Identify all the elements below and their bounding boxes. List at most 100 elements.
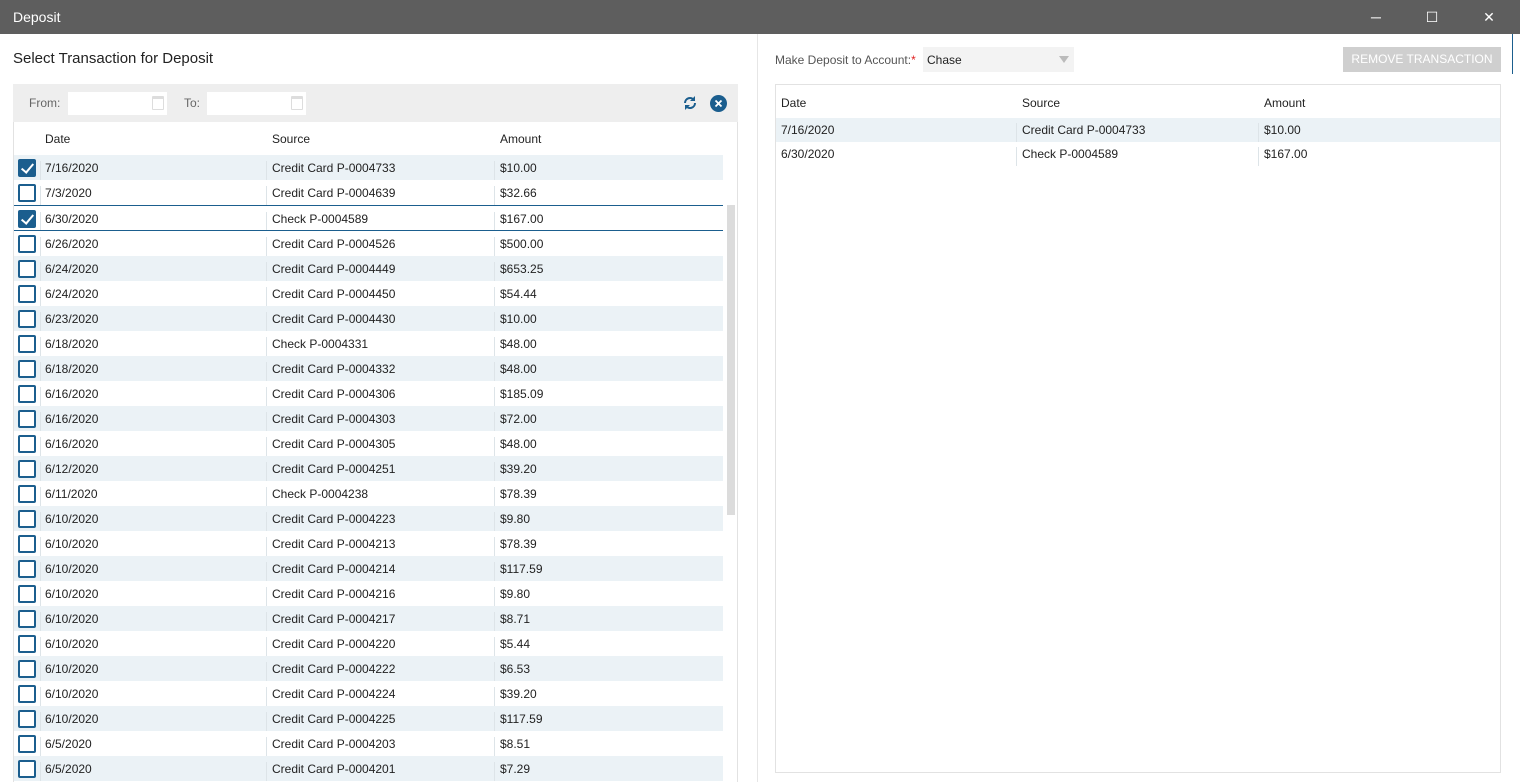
table-row[interactable]: 6/16/2020 Credit Card P-0004306 $185.09 (14, 381, 723, 406)
minimize-button[interactable]: ─ (1353, 0, 1399, 34)
column-header-source[interactable]: Source (1022, 96, 1060, 110)
row-checkbox[interactable] (18, 310, 36, 328)
cell-divider (40, 462, 41, 481)
cell-source: Credit Card P-0004201 (272, 762, 396, 776)
row-checkbox[interactable] (18, 360, 36, 378)
table-row[interactable]: 6/24/2020 Credit Card P-0004450 $54.44 (14, 281, 723, 306)
row-checkbox[interactable] (18, 335, 36, 353)
cell-divider (494, 512, 495, 531)
cell-amount: $9.80 (500, 587, 531, 601)
table-row[interactable]: 6/10/2020 Credit Card P-0004213 $78.39 (14, 531, 723, 556)
table-row[interactable]: 6/5/2020 Credit Card P-0004201 $7.29 (14, 756, 723, 781)
cell-amount: $7.29 (500, 762, 531, 776)
cell-source: Credit Card P-0004217 (272, 612, 396, 626)
cell-divider (494, 362, 495, 381)
cell-date: 6/10/2020 (45, 687, 99, 701)
table-row[interactable]: 6/16/2020 Credit Card P-0004303 $72.00 (14, 406, 723, 431)
cell-divider (494, 662, 495, 681)
from-date-input[interactable] (68, 92, 167, 115)
row-checkbox[interactable] (18, 184, 36, 202)
column-header-amount[interactable]: Amount (1264, 96, 1305, 110)
cell-amount: $167.00 (500, 212, 544, 226)
table-row[interactable]: 6/18/2020 Check P-0004331 $48.00 (14, 331, 723, 356)
column-header-date[interactable]: Date (781, 96, 806, 110)
table-row[interactable]: 6/10/2020 Credit Card P-0004225 $117.59 (14, 706, 723, 731)
row-checkbox[interactable] (18, 285, 36, 303)
table-row[interactable]: 6/10/2020 Credit Card P-0004216 $9.80 (14, 581, 723, 606)
table-row[interactable]: 6/26/2020 Credit Card P-0004526 $500.00 (14, 231, 723, 256)
cell-divider (40, 587, 41, 606)
remove-transaction-button[interactable]: REMOVE TRANSACTION (1343, 47, 1501, 72)
cell-amount: $117.59 (500, 562, 543, 576)
row-checkbox[interactable] (18, 660, 36, 678)
cell-date: 6/10/2020 (45, 712, 99, 726)
row-checkbox[interactable] (18, 535, 36, 553)
cell-date: 6/16/2020 (45, 387, 99, 401)
table-row[interactable]: 6/30/2020 Check P-0004589 $167.00 (776, 142, 1500, 166)
cell-amount: $10.00 (500, 312, 537, 326)
table-row[interactable]: 6/24/2020 Credit Card P-0004449 $653.25 (14, 256, 723, 281)
row-checkbox[interactable] (18, 210, 36, 228)
cell-date: 6/24/2020 (45, 262, 99, 276)
table-row[interactable]: 6/18/2020 Credit Card P-0004332 $48.00 (14, 356, 723, 381)
row-checkbox[interactable] (18, 159, 36, 177)
cell-divider (40, 437, 41, 456)
row-checkbox[interactable] (18, 735, 36, 753)
table-row[interactable]: 6/5/2020 Credit Card P-0004203 $8.51 (14, 731, 723, 756)
row-checkbox[interactable] (18, 635, 36, 653)
row-checkbox[interactable] (18, 760, 36, 778)
close-button[interactable]: ✕ (1466, 0, 1512, 34)
title-bar: Deposit ─ ☐ ✕ (0, 0, 1520, 34)
row-checkbox[interactable] (18, 235, 36, 253)
scrollbar[interactable] (724, 155, 737, 782)
table-row[interactable]: 6/12/2020 Credit Card P-0004251 $39.20 (14, 456, 723, 481)
table-row[interactable]: 7/16/2020 Credit Card P-0004733 $10.00 (14, 155, 723, 180)
row-checkbox[interactable] (18, 585, 36, 603)
refresh-icon[interactable] (681, 94, 699, 112)
cell-divider (494, 212, 495, 230)
row-checkbox[interactable] (18, 485, 36, 503)
cell-source: Credit Card P-0004303 (272, 412, 396, 426)
row-checkbox[interactable] (18, 610, 36, 628)
row-checkbox[interactable] (18, 685, 36, 703)
table-row[interactable]: 7/16/2020 Credit Card P-0004733 $10.00 (776, 118, 1500, 142)
cell-source: Credit Card P-0004306 (272, 387, 396, 401)
table-row[interactable]: 6/16/2020 Credit Card P-0004305 $48.00 (14, 431, 723, 456)
row-checkbox[interactable] (18, 560, 36, 578)
account-select[interactable]: Chase (923, 47, 1074, 72)
to-date-input[interactable] (207, 92, 306, 115)
table-row[interactable]: 6/10/2020 Credit Card P-0004217 $8.71 (14, 606, 723, 631)
row-checkbox[interactable] (18, 410, 36, 428)
cell-divider (40, 212, 41, 230)
row-checkbox[interactable] (18, 460, 36, 478)
row-checkbox[interactable] (18, 510, 36, 528)
table-row[interactable]: 7/3/2020 Credit Card P-0004639 $32.66 (14, 180, 723, 205)
table-row[interactable]: 6/10/2020 Credit Card P-0004220 $5.44 (14, 631, 723, 656)
maximize-button[interactable]: ☐ (1409, 0, 1455, 34)
cell-divider (40, 512, 41, 531)
cell-amount: $54.44 (500, 287, 537, 301)
column-header-source[interactable]: Source (272, 132, 310, 146)
row-checkbox[interactable] (18, 435, 36, 453)
table-row[interactable]: 6/10/2020 Credit Card P-0004214 $117.59 (14, 556, 723, 581)
cell-divider (494, 186, 495, 205)
calendar-icon[interactable] (152, 96, 164, 110)
calendar-icon[interactable] (291, 96, 303, 110)
cell-date: 6/10/2020 (45, 612, 99, 626)
cell-divider (40, 487, 41, 506)
clear-filter-icon[interactable] (709, 94, 727, 112)
column-header-amount[interactable]: Amount (500, 132, 541, 146)
scrollbar-thumb[interactable] (727, 205, 735, 515)
row-checkbox[interactable] (18, 710, 36, 728)
table-row[interactable]: 6/30/2020 Check P-0004589 $167.00 (14, 205, 723, 231)
table-row[interactable]: 6/10/2020 Credit Card P-0004224 $39.20 (14, 681, 723, 706)
row-checkbox[interactable] (18, 385, 36, 403)
column-header-date[interactable]: Date (45, 132, 70, 146)
table-row[interactable]: 6/10/2020 Credit Card P-0004222 $6.53 (14, 656, 723, 681)
cell-divider (1016, 123, 1017, 142)
row-checkbox[interactable] (18, 260, 36, 278)
cell-source: Credit Card P-0004223 (272, 512, 396, 526)
table-row[interactable]: 6/10/2020 Credit Card P-0004223 $9.80 (14, 506, 723, 531)
table-row[interactable]: 6/23/2020 Credit Card P-0004430 $10.00 (14, 306, 723, 331)
table-row[interactable]: 6/11/2020 Check P-0004238 $78.39 (14, 481, 723, 506)
